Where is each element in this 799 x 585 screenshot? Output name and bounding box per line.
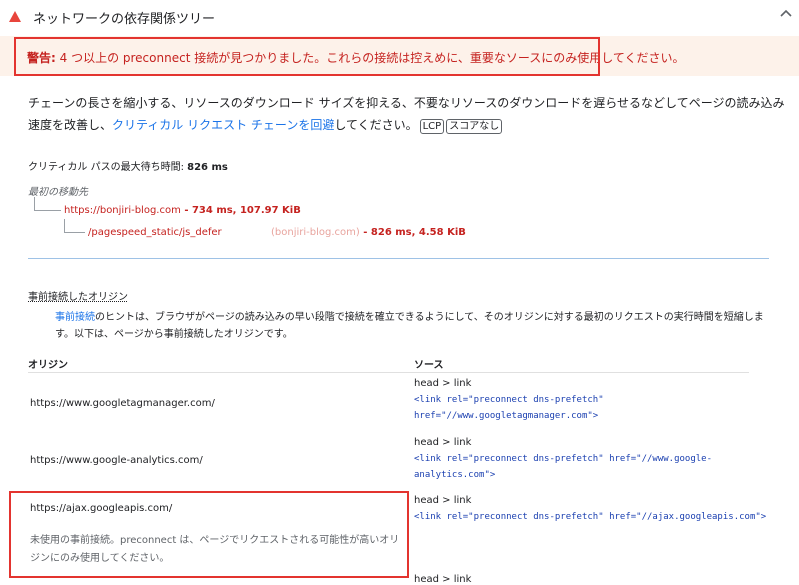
warning-triangle-icon [9, 11, 21, 22]
critical-path-latency: クリティカル パスの最大待ち時間: 826 ms [28, 158, 228, 173]
chain-node-host: (bonjiri-blog.com) [271, 227, 360, 238]
source-selector: head > link [414, 574, 472, 585]
origin-cell: https://www.google-analytics.com/ [30, 455, 203, 466]
critical-chain-link[interactable]: クリティカル リクエスト チェーンを回避 [112, 118, 334, 132]
chain-node-detail: - 734 ms, 107.97 KiB [180, 205, 301, 216]
unused-preconnect-highlight-box [9, 491, 409, 578]
no-score-tag: スコアなし [446, 119, 503, 134]
preconnect-link[interactable]: 事前接続 [55, 312, 95, 323]
origin-cell: https://www.googletagmanager.com/ [30, 398, 215, 409]
source-code: <link rel="preconnect dns-prefetch" href… [414, 395, 604, 421]
chain-node-url: /pagespeed_static/js_defer [88, 227, 222, 238]
chain-node-root: https://bonjiri-blog.com - 734 ms, 107.9… [64, 205, 301, 216]
column-header-origin: オリジン [28, 360, 68, 371]
critical-path-label: クリティカル パスの最大待ち時間: [28, 162, 188, 173]
tree-connector [34, 197, 61, 211]
source-selector: head > link [414, 437, 472, 448]
column-header-source: ソース [414, 360, 444, 371]
source-code: <link rel="preconnect dns-prefetch" href… [414, 512, 767, 522]
table-header-divider [28, 372, 749, 373]
section-divider [28, 258, 769, 259]
warning-highlight-box [14, 37, 600, 76]
audit-title: ネットワークの依存関係ツリー [33, 12, 216, 27]
source-selector: head > link [414, 378, 472, 389]
tree-connector [64, 219, 85, 233]
source-selector: head > link [414, 495, 472, 506]
preconnect-desc-text: のヒントは、ブラウザがページの読み込みの早い段階で接続を確立できるようにして、そ… [55, 312, 764, 340]
critical-path-value: 826 ms [187, 162, 228, 173]
preconnect-description: 事前接続のヒントは、ブラウザがページの読み込みの早い段階で接続を確立できるように… [55, 309, 775, 343]
preconnect-title[interactable]: 事前接続したオリジン [28, 288, 128, 303]
chain-node-detail: - 826 ms, 4.58 KiB [359, 227, 466, 238]
audit-description: チェーンの長さを縮小する、リソースのダウンロード サイズを抑える、不要なリソース… [28, 92, 788, 136]
chevron-up-icon[interactable] [778, 6, 794, 22]
source-code: <link rel="preconnect dns-prefetch" href… [414, 454, 713, 480]
lcp-tag: LCP [419, 119, 445, 134]
first-navigation-label: 最初の移動先 [28, 187, 88, 198]
description-suffix: してください。 [334, 118, 418, 132]
chain-node-url: https://bonjiri-blog.com [64, 205, 181, 216]
chain-node-child: (bonjiri-blog.com) - 826 ms, 4.58 KiB [271, 227, 466, 238]
